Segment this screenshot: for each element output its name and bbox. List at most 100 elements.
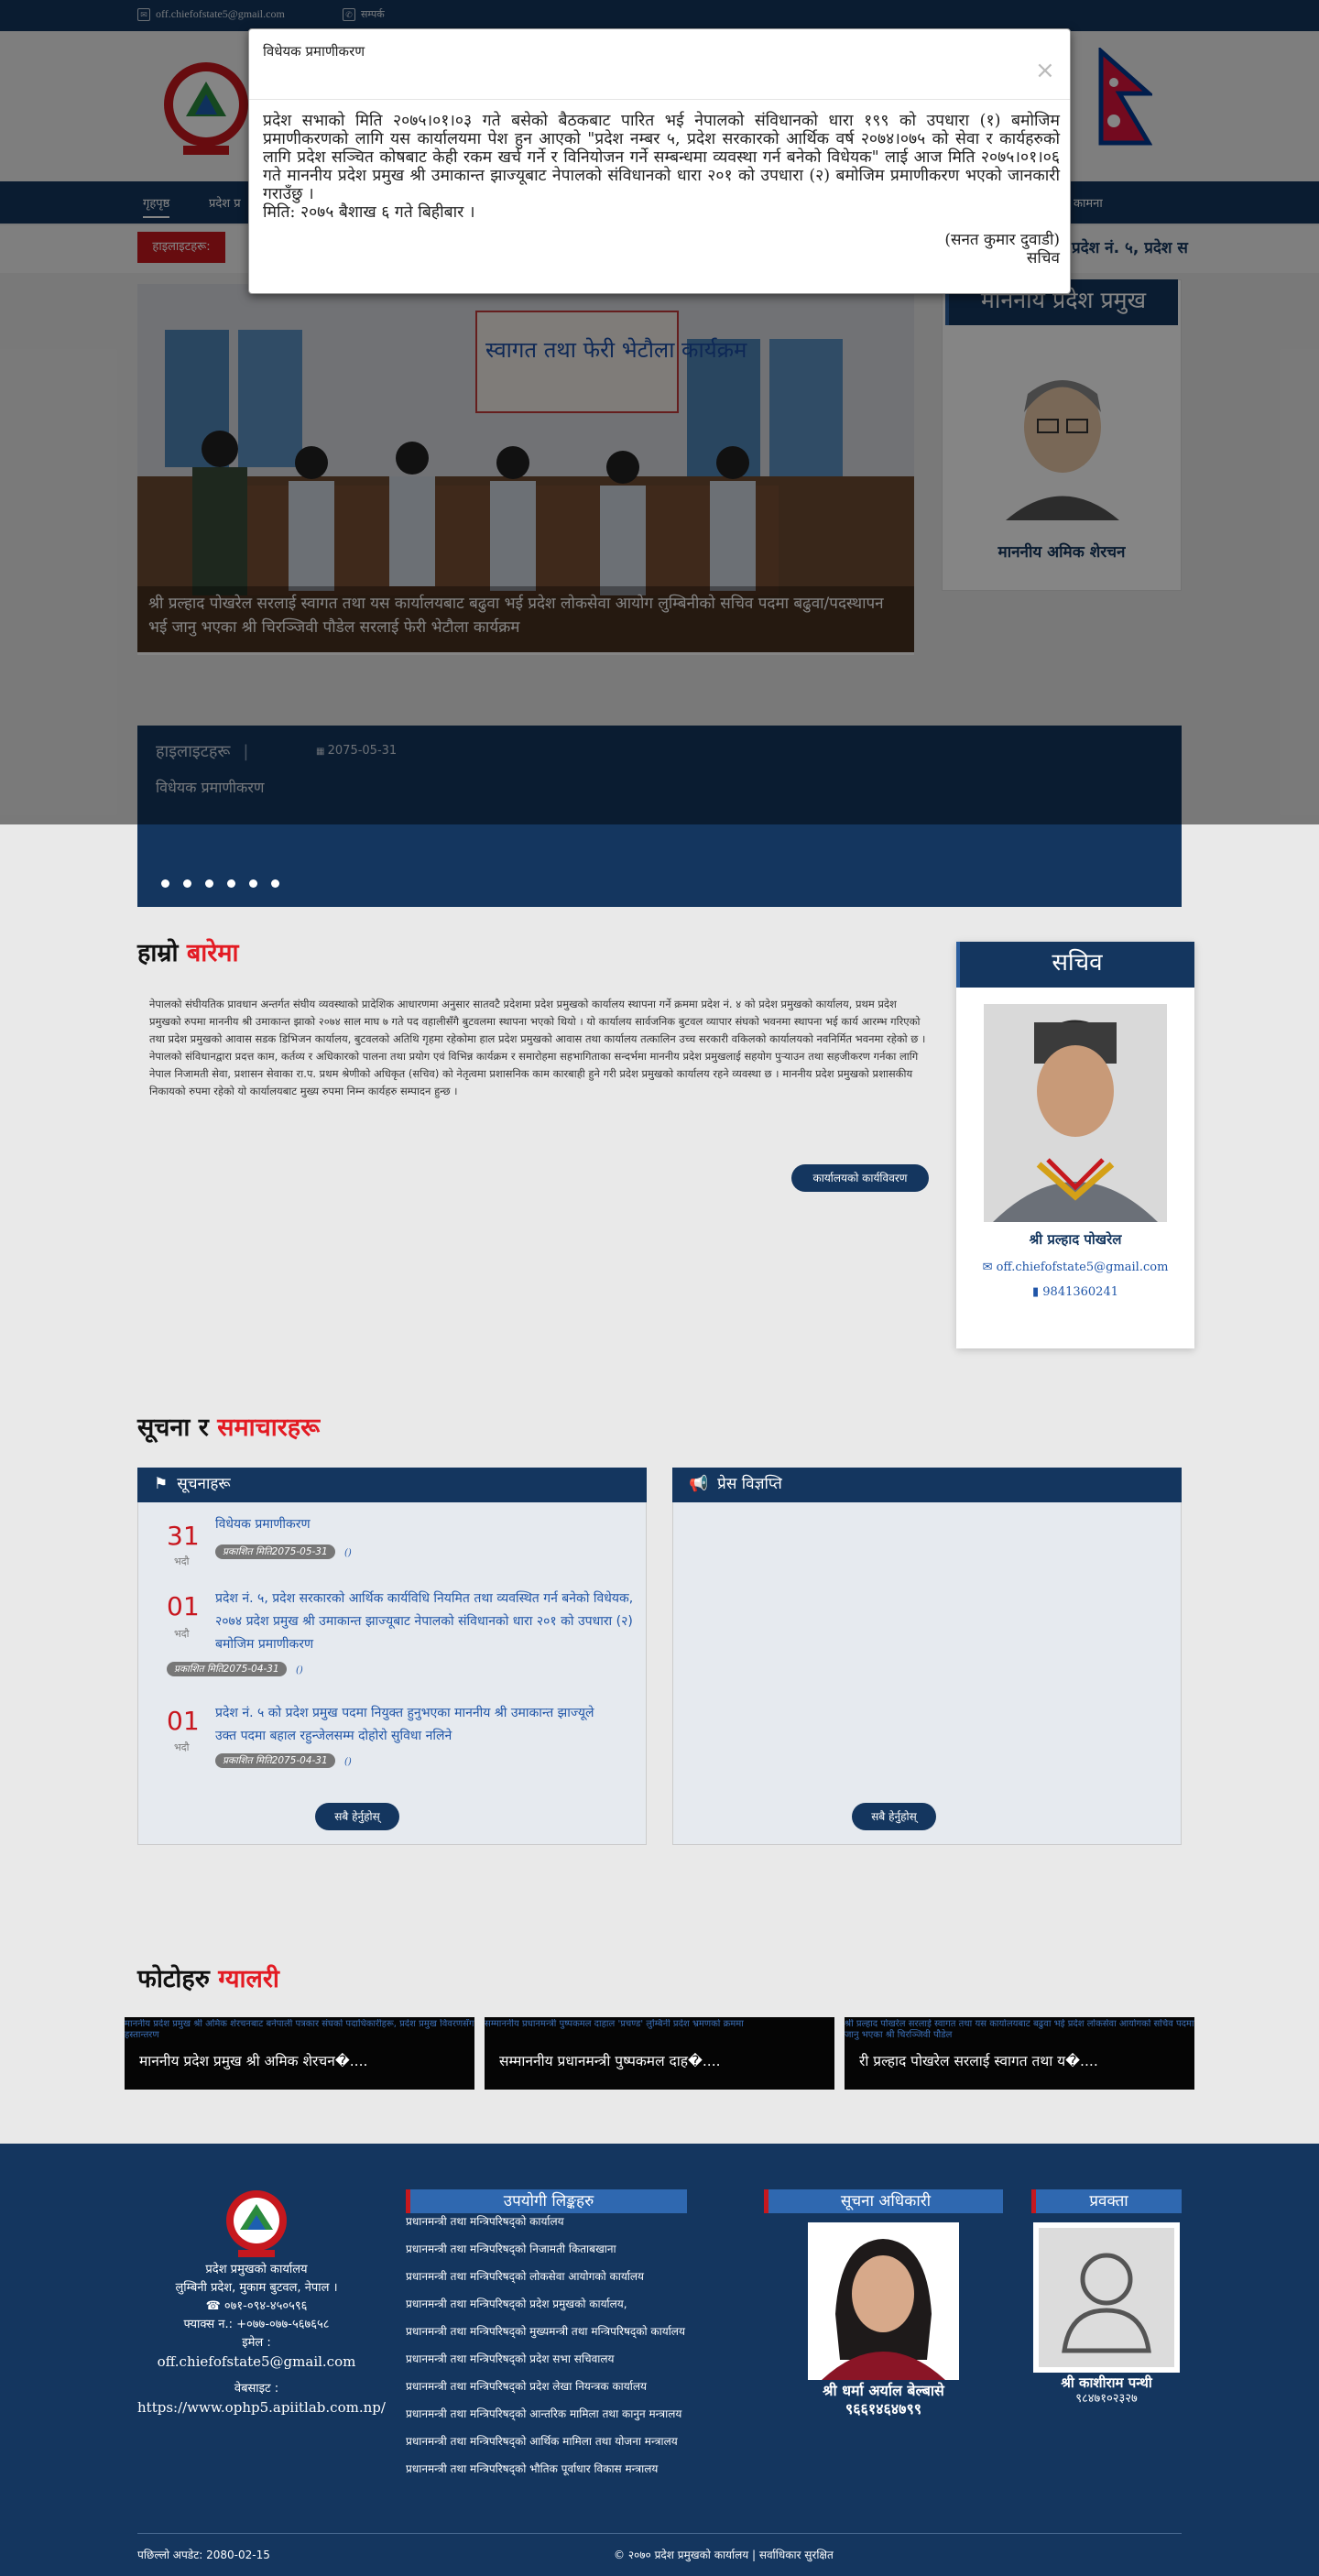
slider-dot[interactable] [271,879,279,888]
press-panel [672,1468,1182,1845]
slider-dot[interactable] [205,879,213,888]
spokesperson-phone: ९८४७१०२३२७ [1075,2392,1138,2406]
secretary-card-title: सचिव [956,942,1194,988]
secretary-phone-text[interactable]: 9841360241 [1042,1285,1118,1299]
modal-body-text: प्रदेश सभाको मिति २०७५।०१।०३ गते बसेको ब… [263,112,1060,203]
footer-link[interactable]: प्रधानमन्त्री तथा मन्त्रिपरिषद्को प्रदेश… [406,2296,627,2311]
notices-title: सूचनाहरू [177,1475,231,1493]
footer-links-title: उपयोगी लिङ्कहरु [406,2189,687,2213]
footer-fax: फ्याक्स न.: +०७७-०७७-५६७६५८ [183,2318,330,2331]
notice-month: भदौ [174,1741,190,1753]
gallery-caption[interactable]: री प्रल्हाद पोखरेल सरलाई स्वागत तथा य�..… [859,2050,1098,2070]
info-officer-phone: ९६६१४६४७९९ [845,2400,922,2418]
footer-email-label: इमेल : [242,2336,271,2350]
footer-link[interactable]: प्रधानमन्त्री तथा मन्त्रिपरिषद्को कार्या… [406,2213,564,2229]
modal-divider [249,99,1070,100]
secretary-phone[interactable]: ▮ 9841360241 [956,1285,1194,1299]
modal-signature: (सनत कुमार दुवाडी) सचिव [799,231,1060,267]
notice-attachment[interactable]: () [296,1665,303,1675]
modal-close-button[interactable]: × [1035,57,1055,84]
footer-website-label: वेबसाइट : [234,2382,279,2396]
modal-date-line: मिति: २०७५ बैशाख ६ गते बिहीबार । [263,203,475,222]
press-panel-header: 📢 प्रेस विज्ञप्ति [672,1468,1182,1502]
notice-day: 01 [167,1706,200,1736]
gallery-image-alt: माननीय प्रदेश प्रमुख श्री अमिक शेरचनबाट … [125,2019,474,2040]
spokesperson: श्री काशीराम पन्थी ९८४७१०२३२७ [1031,2374,1182,2407]
press-title: प्रेस विज्ञप्ति [717,1475,782,1493]
footer-phone: ☎ ०७१-०९४-४५०५९६ [205,2299,308,2313]
copyright: © २०७० प्रदेश प्रमुखको कार्यालय | सर्वाध… [614,2549,834,2561]
all-press-button[interactable]: सबै हेर्नुहोस् [852,1803,936,1830]
notices-panel-header: ⚑ सूचनाहरू [137,1468,647,1502]
info-officer: श्री धर्मा अर्याल बेल्बासे ९६६१४६४७९९ [764,2382,1003,2418]
notice-attachment[interactable]: () [344,1548,352,1558]
notice-published-date: प्रकाशित मिति2075-04-31 [215,1753,335,1768]
notice-attachment[interactable]: () [344,1757,352,1767]
notice-link[interactable]: प्रदेश नं. ५ को प्रदेश प्रमुख पदमा नियुक… [215,1702,609,1748]
footer-email[interactable]: off.chiefofstate5@gmail.com [137,2352,376,2371]
gallery-heading-part: फोटोहरु [137,1965,219,1993]
footer-link[interactable]: प्रधानमन्त्री तथा मन्त्रिपरिषद्को आन्तरि… [406,2406,681,2421]
footer-emblem-logo [226,2190,287,2257]
spokesperson-name: श्री काशीराम पन्थी [1061,2374,1152,2391]
about-heading-part: हाम्रो [137,939,187,967]
notice-day: 01 [167,1591,200,1621]
about-heading: हाम्रो बारेमा [137,934,238,968]
notice-published-date: प्रकाशित मिति2075-05-31 [215,1545,335,1559]
secretary-email[interactable]: ✉ off.chiefofstate5@gmail.com [956,1261,1194,1274]
envelope-icon: ✉ [982,1261,997,1274]
notice-month: भदौ [174,1628,190,1640]
news-heading: सूचना र समाचारहरू [137,1409,320,1443]
notice-day: 31 [167,1521,200,1551]
modal-title: विधेयक प्रमाणीकरण [263,43,365,60]
slider-dot[interactable] [249,879,257,888]
about-heading-accent: बारेमा [186,939,239,967]
footer-link[interactable]: प्रधानमन्त्री तथा मन्त्रिपरिषद्को भौतिक … [406,2461,658,2476]
all-notices-button[interactable]: सबै हेर्नुहोस् [315,1803,399,1830]
slider-dot[interactable] [183,879,191,888]
secretary-photo [984,1004,1167,1222]
mobile-icon: ▮ [1031,1285,1043,1299]
footer-contact: प्रदेश प्रमुखको कार्यालय लुम्बिनी प्रदेश… [137,2261,386,2417]
about-paragraph: नेपालको संघीयतिक प्रावधान अन्तर्गत संघीय… [149,998,926,1045]
slider-dot[interactable] [227,879,235,888]
notice-link[interactable]: प्रदेश नं. ५, प्रदेश सरकारको आर्थिक कार्… [215,1588,646,1656]
about-text: नेपालको संघीयतिक प्रावधान अन्तर्गत संघीय… [149,996,928,1100]
footer-link[interactable]: प्रधानमन्त्री तथा मन्त्रिपरिषद्को प्रदेश… [406,2351,614,2366]
secretary-email-text[interactable]: off.chiefofstate5@gmail.com [997,1261,1169,1274]
gallery-image-alt: श्री प्रल्हाद पोखरेल सरलाई स्वागत तथा यस… [845,2019,1194,2040]
footer-link[interactable]: प्रधानमन्त्री तथा मन्त्रिपरिषद्को मुख्यम… [406,2323,685,2339]
footer-link[interactable]: प्रधानमन्त्री तथा मन्त्रिपरिषद्को आर्थिक… [406,2433,678,2449]
notice-modal: विधेयक प्रमाणीकरण × प्रदेश सभाको मिति २०… [248,28,1071,294]
spokesperson-avatar-icon [1033,2222,1180,2373]
spokesperson-title: प्रवक्ता [1031,2189,1182,2213]
flag-icon: ⚑ [154,1475,169,1493]
footer-address: लुम्बिनी प्रदेश, मुकाम बुटवल, नेपाल । [175,2281,338,2295]
info-officer-name: श्री धर्मा अर्याल बेल्बासे [823,2382,944,2399]
footer-divider [137,2533,1182,2534]
notice-published-date: प्रकाशित मिति2075-04-31 [167,1662,287,1676]
gallery-heading: फोटोहरु ग्यालरी [137,1960,279,1994]
modal-body: प्रदेश सभाको मिति २०७५।०१।०३ गते बसेको ब… [263,112,1060,222]
footer-link[interactable]: प्रधानमन्त्री तथा मन्त्रिपरिषद्को लोकसेव… [406,2268,644,2284]
megaphone-icon: 📢 [689,1475,709,1493]
notice-link[interactable]: विधेयक प्रमाणीकरण [215,1513,646,1536]
footer-website[interactable]: https://www.ophp5.apiitlab.com.np/ [137,2398,386,2417]
footer-org: प्रदेश प्रमुखको कार्यालय [205,2263,308,2276]
info-officer-photo [808,2222,959,2380]
footer-link[interactable]: प्रधानमन्त्री तथा मन्त्रिपरिषद्को प्रदेश… [406,2378,647,2394]
last-updated: पछिल्लो अपडेट: 2080-02-15 [137,2549,270,2561]
about-paragraph: नेपालको संविधानद्वारा प्रदत्त काम, कर्तव… [149,1050,919,1097]
slider-dot[interactable] [161,879,169,888]
office-details-button[interactable]: कार्यालयको कार्यविवरण [791,1164,929,1192]
gallery-caption[interactable]: माननीय प्रदेश प्रमुख श्री अमिक शेरचन�...… [139,2050,367,2070]
gallery-caption[interactable]: सम्माननीय प्रधानमन्त्री पुष्पकमल दाह�...… [499,2050,721,2070]
footer-link[interactable]: प्रधानमन्त्री तथा मन्त्रिपरिषद्को निजामत… [406,2241,616,2256]
news-heading-part: सूचना र [137,1414,218,1442]
info-officer-title: सूचना अधिकारी [764,2189,1003,2213]
news-heading-accent: समाचारहरू [217,1414,321,1442]
modal-sign-name: (सनत कुमार दुवाडी) [944,231,1060,249]
gallery-heading-accent: ग्यालरी [218,1965,279,1993]
notice-month: भदौ [174,1555,190,1567]
gallery-image-alt: सम्माननीय प्रधानमन्त्री पुष्पकमल दाहाल '… [485,2019,744,2029]
